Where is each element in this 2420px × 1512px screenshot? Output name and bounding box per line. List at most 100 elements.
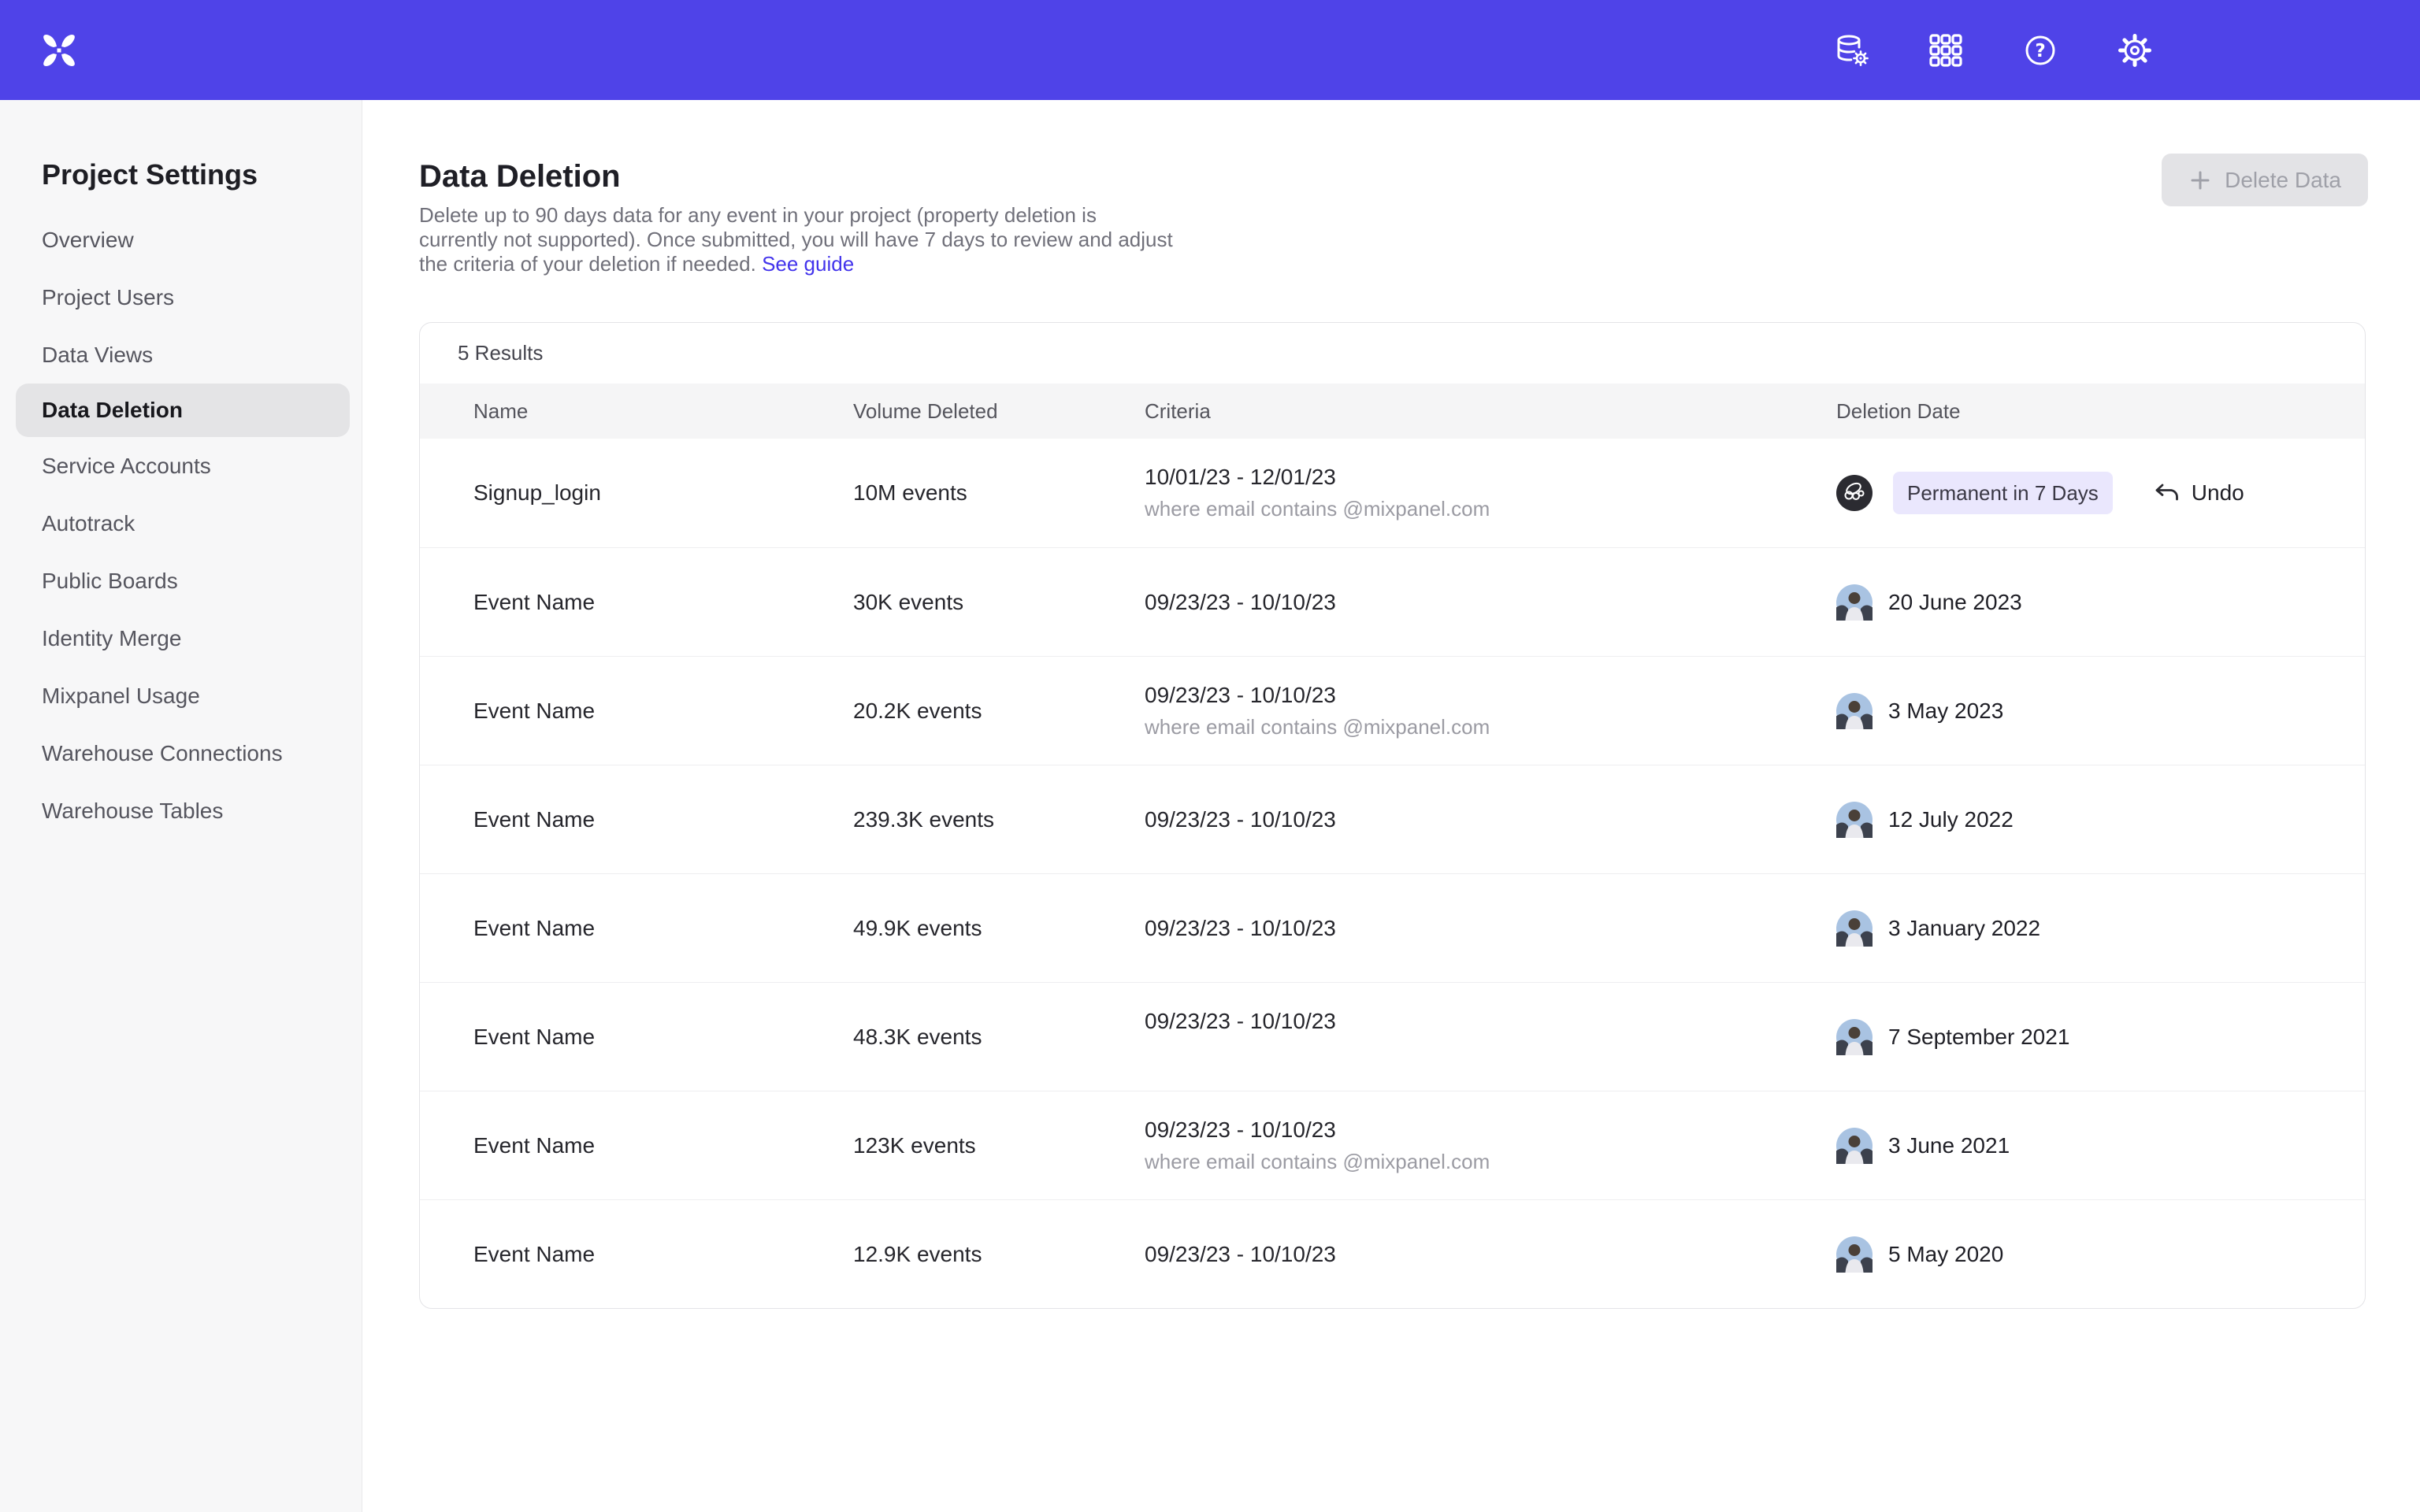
sidebar-item-overview[interactable]: Overview <box>0 211 362 269</box>
results-card: 5 Results Name Volume Deleted Criteria D… <box>419 322 2366 1309</box>
row-volume: 12.9K events <box>853 1242 1145 1267</box>
see-guide-link[interactable]: See guide <box>762 252 854 276</box>
row-volume: 123K events <box>853 1133 1145 1158</box>
main-content: Data Deletion Delete up to 90 days data … <box>362 100 2420 1512</box>
topbar-icons: ? <box>1832 32 2154 69</box>
undo-label: Undo <box>2192 480 2244 506</box>
deletion-date: 7 September 2021 <box>1888 1025 2069 1050</box>
row-criteria: 09/23/23 - 10/10/23 <box>1145 807 1836 832</box>
user-avatar <box>1836 1236 1873 1273</box>
row-deletion-date-cell: 3 January 2022 <box>1836 910 2365 947</box>
sidebar-item-service-accounts[interactable]: Service Accounts <box>0 437 362 495</box>
row-criteria-range: 09/23/23 - 10/10/23 <box>1145 916 1836 941</box>
user-avatar <box>1836 802 1873 838</box>
deletion-date: 12 July 2022 <box>1888 807 2014 832</box>
sidebar-item-autotrack[interactable]: Autotrack <box>0 495 362 552</box>
table-header: Name Volume Deleted Criteria Deletion Da… <box>420 384 2365 439</box>
row-criteria-filter: where email contains @mixpanel.com <box>1145 496 1836 521</box>
table-row: Event Name 12.9K events 09/23/23 - 10/10… <box>420 1199 2365 1308</box>
table-row: Signup_login 10M events 10/01/23 - 12/01… <box>420 439 2365 547</box>
row-criteria-range: 09/23/23 - 10/10/23 <box>1145 1117 1836 1143</box>
data-management-icon[interactable] <box>1832 32 1870 69</box>
table-row: Event Name 48.3K events 09/23/23 - 10/10… <box>420 982 2365 1091</box>
row-criteria-range: 09/23/23 - 10/10/23 <box>1145 1242 1836 1267</box>
user-avatar <box>1836 1128 1873 1164</box>
deletion-date: 3 June 2021 <box>1888 1133 2010 1158</box>
table-row: Event Name 49.9K events 09/23/23 - 10/10… <box>420 873 2365 982</box>
help-icon[interactable]: ? <box>2021 32 2059 69</box>
row-deletion-date-cell: Permanent in 7 Days Undo <box>1836 472 2365 514</box>
table-row: Event Name 239.3K events 09/23/23 - 10/1… <box>420 765 2365 873</box>
undo-button[interactable]: Undo <box>2154 480 2244 506</box>
sidebar-item-warehouse-tables[interactable]: Warehouse Tables <box>0 782 362 839</box>
permanent-in-7-days-badge: Permanent in 7 Days <box>1893 472 2113 514</box>
row-criteria: 10/01/23 - 12/01/23 where email contains… <box>1145 465 1836 521</box>
col-header-criteria: Criteria <box>1145 399 1836 424</box>
row-name: Event Name <box>473 699 853 724</box>
sidebar: Project Settings OverviewProject UsersDa… <box>0 100 362 1512</box>
results-count: 5 Results <box>420 323 2365 384</box>
sidebar-nav: OverviewProject UsersData ViewsData Dele… <box>0 211 362 839</box>
row-volume: 20.2K events <box>853 699 1145 724</box>
col-header-volume: Volume Deleted <box>853 399 1145 424</box>
settings-gear-icon[interactable] <box>2116 32 2154 69</box>
svg-text:?: ? <box>2035 41 2045 61</box>
row-criteria-range: 09/23/23 - 10/10/23 <box>1145 590 1836 615</box>
delete-data-label: Delete Data <box>2225 168 2341 193</box>
col-header-deletion-date: Deletion Date <box>1836 399 2365 424</box>
row-deletion-date-cell: 5 May 2020 <box>1836 1236 2365 1273</box>
apps-grid-icon[interactable] <box>1927 32 1965 69</box>
table-body: Signup_login 10M events 10/01/23 - 12/01… <box>420 439 2365 1308</box>
row-criteria: 09/23/23 - 10/10/23 where email contains… <box>1145 1117 1836 1174</box>
sidebar-item-project-users[interactable]: Project Users <box>0 269 362 326</box>
row-criteria-range: 09/23/23 - 10/10/23 <box>1145 1009 1836 1034</box>
sidebar-item-public-boards[interactable]: Public Boards <box>0 552 362 610</box>
row-criteria: 09/23/23 - 10/10/23 <box>1145 1009 1836 1065</box>
deletion-date: 3 January 2022 <box>1888 916 2040 941</box>
row-criteria-range: 10/01/23 - 12/01/23 <box>1145 465 1836 490</box>
row-name: Event Name <box>473 916 853 941</box>
sidebar-item-data-views[interactable]: Data Views <box>0 326 362 384</box>
page-description: Delete up to 90 days data for any event … <box>419 203 1175 276</box>
row-name: Event Name <box>473 807 853 832</box>
user-avatar <box>1836 910 1873 947</box>
row-criteria-range: 09/23/23 - 10/10/23 <box>1145 683 1836 708</box>
row-criteria: 09/23/23 - 10/10/23 <box>1145 916 1836 941</box>
table-row: Event Name 30K events 09/23/23 - 10/10/2… <box>420 547 2365 656</box>
mixpanel-logo-icon <box>42 32 76 69</box>
user-avatar <box>1836 693 1873 729</box>
sidebar-item-mixpanel-usage[interactable]: Mixpanel Usage <box>0 667 362 724</box>
sidebar-item-warehouse-connections[interactable]: Warehouse Connections <box>0 724 362 782</box>
row-deletion-date-cell: 12 July 2022 <box>1836 802 2365 838</box>
row-criteria-filter: where email contains @mixpanel.com <box>1145 714 1836 739</box>
row-volume: 48.3K events <box>853 1025 1145 1050</box>
row-deletion-date-cell: 3 June 2021 <box>1836 1128 2365 1164</box>
page-title: Data Deletion <box>419 158 2366 195</box>
row-name: Signup_login <box>473 480 853 506</box>
row-criteria-filter: where email contains @mixpanel.com <box>1145 1149 1836 1174</box>
row-criteria: 09/23/23 - 10/10/23 where email contains… <box>1145 683 1836 739</box>
plus-icon <box>2188 169 2212 192</box>
table-row: Event Name 20.2K events 09/23/23 - 10/10… <box>420 656 2365 765</box>
row-name: Event Name <box>473 590 853 615</box>
user-avatar <box>1836 1019 1873 1055</box>
row-deletion-date-cell: 7 September 2021 <box>1836 1019 2365 1055</box>
row-name: Event Name <box>473 1133 853 1158</box>
delete-data-button[interactable]: Delete Data <box>2162 154 2368 206</box>
mixpanel-logo[interactable] <box>41 32 77 69</box>
row-volume: 10M events <box>853 480 1145 506</box>
undo-icon <box>2154 482 2181 504</box>
row-name: Event Name <box>473 1025 853 1050</box>
sidebar-heading: Project Settings <box>42 158 362 192</box>
row-volume: 49.9K events <box>853 916 1145 941</box>
deletion-date: 5 May 2020 <box>1888 1242 2003 1267</box>
topbar: ? <box>0 0 2420 100</box>
row-criteria: 09/23/23 - 10/10/23 <box>1145 1242 1836 1267</box>
user-avatar-doodle <box>1836 475 1873 511</box>
user-avatar <box>1836 584 1873 621</box>
sidebar-item-identity-merge[interactable]: Identity Merge <box>0 610 362 667</box>
sidebar-item-data-deletion[interactable]: Data Deletion <box>16 384 350 437</box>
row-volume: 30K events <box>853 590 1145 615</box>
deletion-date: 20 June 2023 <box>1888 590 2022 615</box>
row-criteria-filter <box>1145 1040 1836 1065</box>
